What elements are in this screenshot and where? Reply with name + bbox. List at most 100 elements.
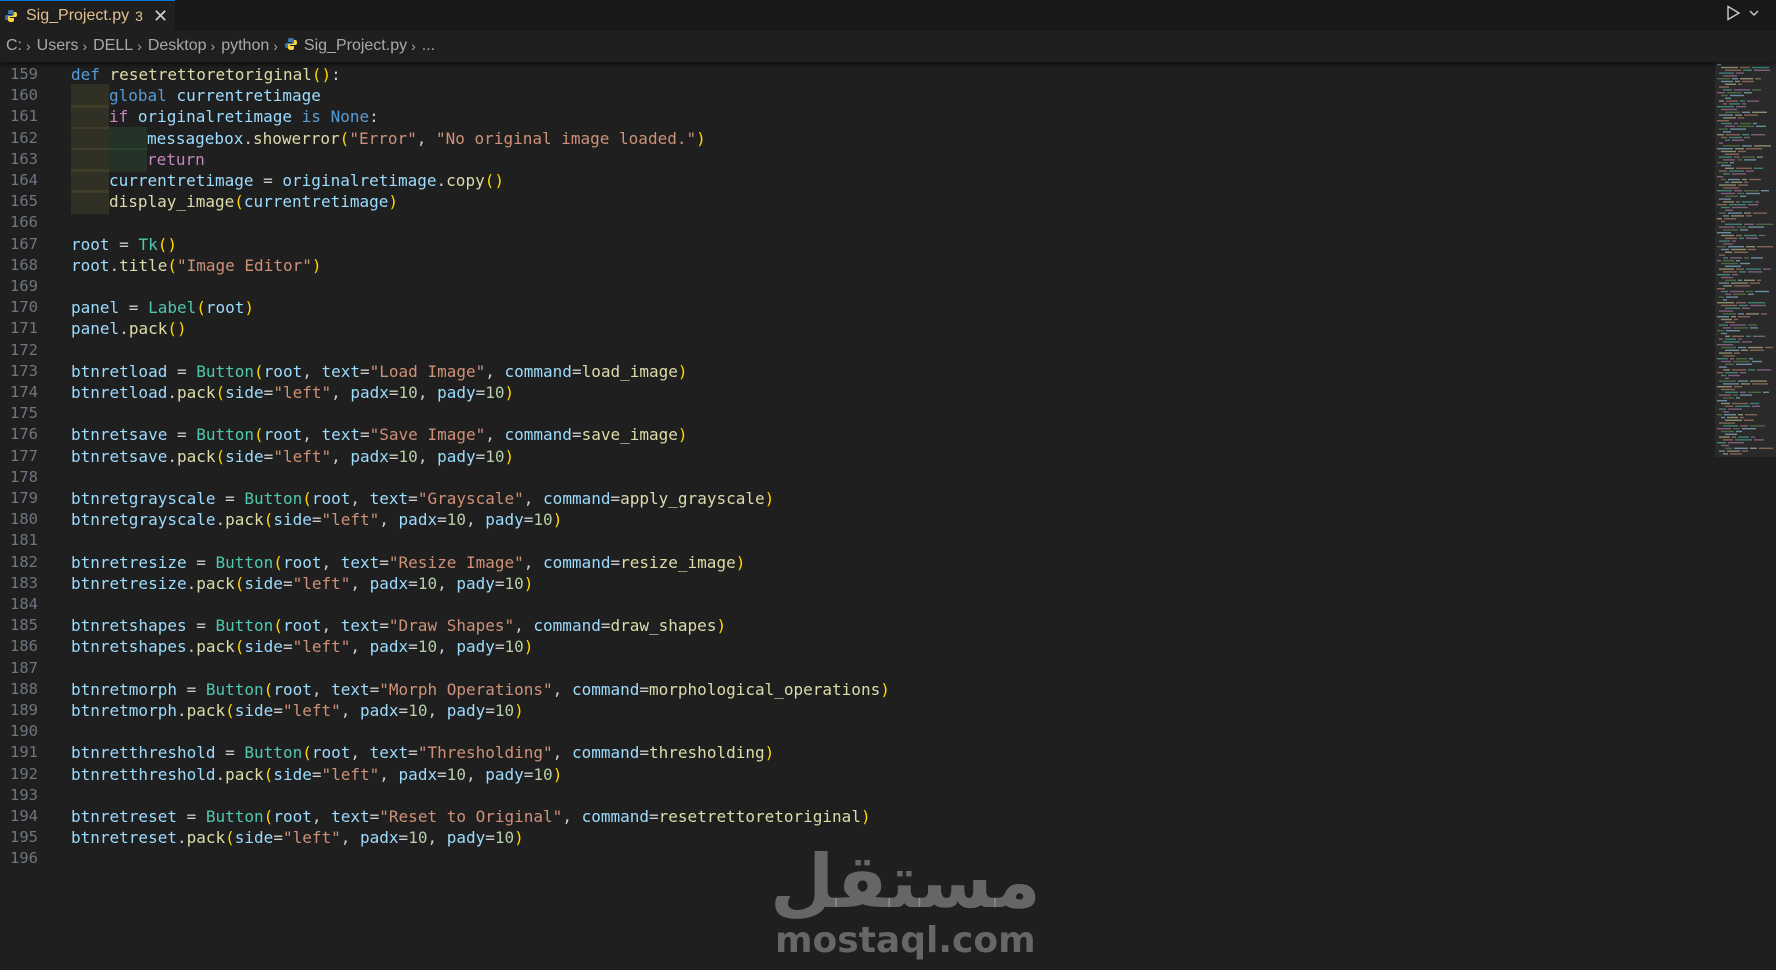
- minimap-line: [1748, 293, 1754, 295]
- code-token: btnretthreshold: [71, 764, 216, 784]
- minimap-line: [1751, 134, 1765, 136]
- minimap-line: [1725, 338, 1736, 340]
- code-token: 10: [494, 701, 515, 720]
- code-token: side: [234, 701, 274, 720]
- breadcrumb-item[interactable]: Users: [31, 37, 83, 55]
- minimap-line: [1717, 330, 1724, 332]
- code-token: =: [408, 637, 418, 657]
- code-token: command: [571, 679, 640, 699]
- code-token: text: [321, 425, 360, 445]
- editor-tab-sig-project[interactable]: Sig_Project.py 3 ✕: [0, 0, 175, 30]
- minimap-line: [1721, 150, 1736, 153]
- minimap-line: [1721, 262, 1738, 265]
- minimap-line: [1721, 346, 1736, 349]
- minimap-line: [1748, 302, 1765, 304]
- minimap-line: [1717, 92, 1725, 94]
- minimap-line: [1739, 271, 1746, 273]
- minimap-line: [1719, 436, 1730, 438]
- code-token: ,: [552, 679, 572, 699]
- minimap-line: [1725, 209, 1733, 211]
- minimap-line: [1721, 444, 1729, 447]
- minimap-line: [1730, 358, 1734, 360]
- minimap-line: [1717, 246, 1726, 248]
- code-token: =: [215, 489, 245, 508]
- code-token: (: [273, 616, 283, 636]
- code-token: =: [167, 425, 197, 445]
- code-token: ,: [417, 446, 438, 466]
- code-token: .: [109, 255, 120, 275]
- code-token: .: [186, 637, 197, 657]
- code-editor[interactable]: 159 def resetrettoretoriginal(): 160 global…: [0, 62, 1715, 970]
- code-token: command: [543, 552, 611, 572]
- code-token: text: [340, 616, 380, 636]
- minimap-line: [1719, 352, 1732, 354]
- minimap-line: [1717, 78, 1730, 80]
- code-token: 10: [504, 637, 524, 657]
- minimap-line: [1717, 232, 1731, 234]
- code-token: 10: [398, 446, 418, 466]
- minimap-line: [1738, 380, 1748, 382]
- code-token: resize_image: [620, 552, 736, 572]
- breadcrumb-item[interactable]: C:: [0, 37, 26, 55]
- minimap-line: [1730, 94, 1744, 97]
- code-token: =: [475, 446, 486, 466]
- minimap-line: [1732, 206, 1748, 209]
- minimap-line: [1717, 120, 1729, 122]
- minimap[interactable]: [1715, 62, 1776, 970]
- code-token: =: [167, 361, 197, 381]
- code-token: =: [571, 425, 582, 445]
- minimap-line: [1723, 215, 1729, 217]
- code-token: padx: [360, 701, 399, 720]
- code-token: padx: [350, 383, 389, 402]
- minimap-line: [1738, 117, 1744, 119]
- code-token: :: [331, 65, 341, 84]
- code-token: (: [254, 425, 264, 445]
- code-token: padx: [350, 446, 389, 466]
- minimap-line: [1731, 316, 1736, 318]
- breadcrumb-file[interactable]: Sig_Project.py: [278, 37, 411, 56]
- breadcrumb-item[interactable]: python: [215, 37, 273, 55]
- minimap-line: [1733, 327, 1748, 329]
- minimap-line: [1738, 184, 1748, 186]
- code-token: ): [388, 192, 399, 212]
- breadcrumb-item[interactable]: Desktop: [142, 37, 211, 55]
- code-token: =: [282, 573, 293, 593]
- code-token: .: [243, 128, 253, 148]
- run-icon[interactable]: [1724, 4, 1742, 22]
- code-token: "Image Editor": [176, 255, 312, 275]
- minimap-line: [1740, 394, 1752, 396]
- code-token: ,: [302, 425, 322, 445]
- minimap-line: [1719, 86, 1729, 88]
- code-token: "Load Image": [369, 361, 486, 381]
- minimap-line: [1740, 122, 1751, 125]
- breadcrumb-item[interactable]: DELL: [87, 37, 137, 55]
- chevron-down-icon[interactable]: [1748, 7, 1760, 19]
- minimap-line: [1727, 92, 1742, 94]
- minimap-line: [1732, 335, 1744, 337]
- code-token: =: [398, 828, 409, 848]
- code-token: =: [379, 616, 389, 636]
- code-token: pady: [437, 446, 476, 466]
- minimap-line: [1734, 447, 1748, 449]
- minimap-line: [1748, 369, 1755, 371]
- minimap-line: [1723, 243, 1733, 245]
- minimap-line: [1717, 344, 1733, 346]
- code-token: =: [639, 679, 650, 699]
- minimap-line: [1723, 411, 1729, 413]
- minimap-line: [1728, 212, 1742, 214]
- code-token: =: [282, 637, 293, 657]
- minimap-line: [1730, 128, 1746, 130]
- code-token: panel: [71, 319, 120, 339]
- code-token: btnretmorph: [71, 679, 177, 699]
- code-token: ,: [350, 489, 370, 508]
- code-line[interactable]: 196: [0, 847, 1715, 871]
- code-token: pady: [456, 573, 495, 593]
- code-token: "left": [321, 510, 380, 530]
- close-icon[interactable]: ✕: [153, 7, 168, 25]
- code-token: if: [109, 107, 129, 127]
- breadcrumb-symbols[interactable]: ...: [416, 37, 439, 55]
- code-token: =: [263, 383, 274, 402]
- minimap-line: [1725, 167, 1734, 169]
- minimap-line: [1752, 405, 1760, 407]
- code-token: side: [273, 510, 312, 530]
